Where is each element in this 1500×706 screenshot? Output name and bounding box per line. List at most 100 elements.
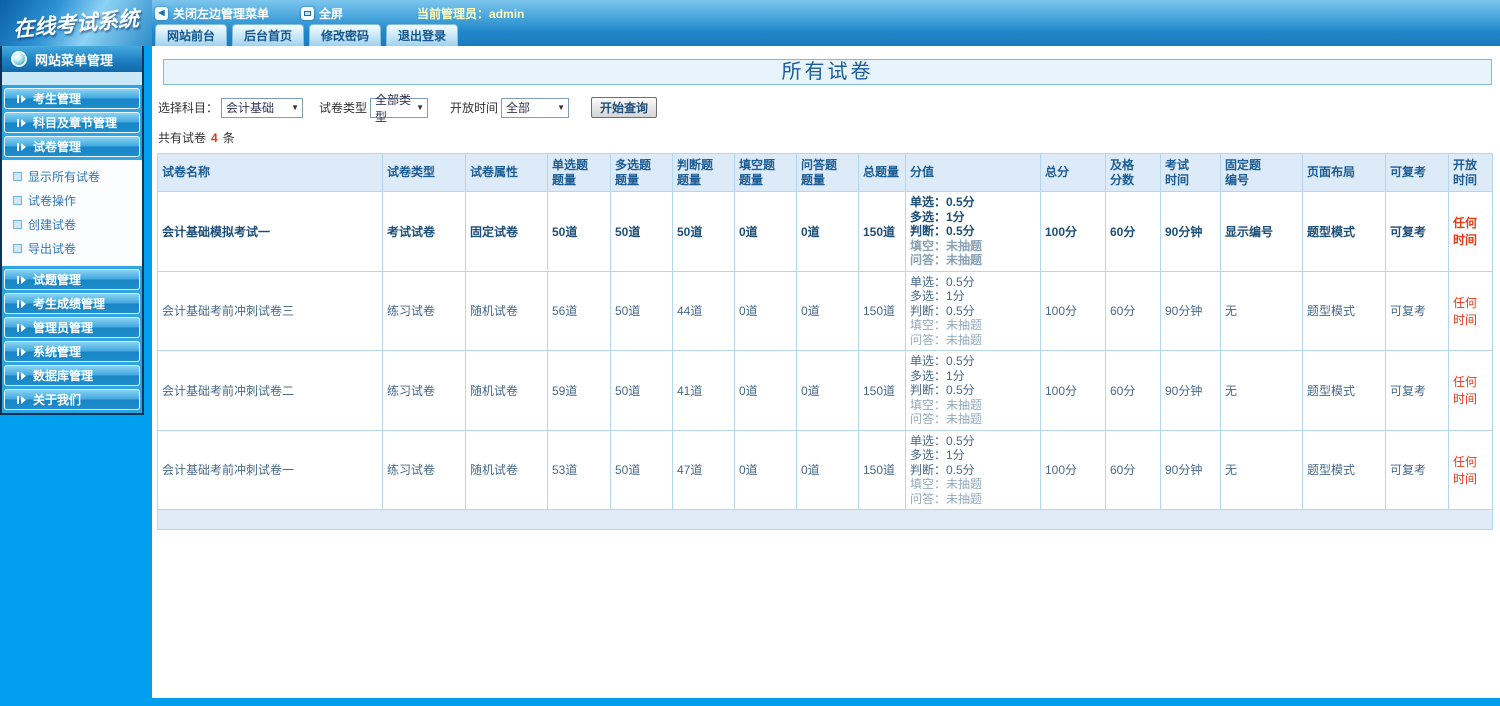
submenu-item-label: 导出试卷: [28, 242, 77, 256]
top-bar: 在线考试系统 ◀ 关闭左边管理菜单 全屏 当前管理员：admin 网站前台 后台…: [0, 0, 1500, 46]
fullscreen-link[interactable]: 全屏: [301, 5, 343, 22]
cell-exam-time: 90分钟: [1160, 270, 1221, 351]
paper-count-value: 4: [211, 131, 218, 145]
sidebar-group-question-mgmt[interactable]: 试题管理: [4, 269, 140, 290]
submenu-item-create-paper[interactable]: 创建试卷: [13, 216, 142, 233]
cell-pass-score: 60分: [1105, 429, 1161, 510]
cell-blank-count: 0道: [734, 270, 797, 351]
play-bar-icon: [17, 371, 26, 380]
score-line: 判断：0.5分: [910, 303, 975, 318]
paper-count-suffix: 条: [222, 131, 235, 145]
tab-admin-home[interactable]: 后台首页: [232, 24, 305, 46]
cell-exam-time: 90分钟: [1160, 350, 1221, 431]
close-left-menu-link[interactable]: ◀ 关闭左边管理菜单: [155, 5, 269, 22]
sidebar-group-label: 科目及章节管理: [33, 116, 118, 130]
paper-type-select[interactable]: 全部类型 ▼: [370, 93, 429, 124]
cell-qa-count: 0道: [796, 270, 859, 351]
col-retake: 可复考: [1385, 153, 1449, 192]
col-single-count: 单选题 题量: [547, 153, 611, 192]
cell-qa-count: 0道: [796, 429, 859, 510]
col-exam-time: 考试 时间: [1160, 153, 1221, 192]
cell-fixed-no: 无: [1220, 270, 1303, 351]
play-bar-icon: [17, 275, 26, 284]
cell-open-time: 任何时间: [1448, 350, 1493, 431]
col-blank-count: 填空题 题量: [734, 153, 797, 192]
cell-multi-count: 50道: [610, 350, 673, 431]
submenu-item-label: 显示所有试卷: [28, 170, 101, 184]
fullscreen-icon: [301, 6, 315, 20]
col-paper-name: 试卷名称: [157, 153, 383, 192]
sidebar-group-label: 数据库管理: [33, 369, 94, 383]
tab-logout[interactable]: 退出登录: [386, 24, 459, 46]
topbar-tabs: 网站前台 后台首页 修改密码 退出登录: [155, 24, 459, 46]
sidebar-group-score-mgmt[interactable]: 考生成绩管理: [4, 293, 140, 314]
table-row: 会计基础考前冲刺试卷一 练习试卷 随机试卷 53道 50道 47道 0道 0道 …: [157, 429, 1493, 510]
current-admin-label: 当前管理员：admin: [417, 6, 525, 21]
submenu-item-label: 创建试卷: [28, 218, 77, 232]
sidebar-group-paper-mgmt[interactable]: 试卷管理: [4, 136, 140, 157]
tab-site-front[interactable]: 网站前台: [155, 24, 228, 46]
cell-multi-count: 50道: [610, 270, 673, 351]
cell-fixed-no: 显示编号: [1220, 191, 1303, 272]
submenu-item-export-paper[interactable]: 导出试卷: [13, 240, 142, 257]
topbar-links: ◀ 关闭左边管理菜单 全屏 当前管理员：admin: [155, 4, 524, 22]
cell-single-count: 50道: [547, 191, 611, 272]
sidebar-group-about-us[interactable]: 关于我们: [4, 389, 140, 410]
score-line: 判断：0.5分: [910, 383, 975, 397]
sidebar-group-label: 系统管理: [33, 345, 82, 359]
cell-paper-attr: 随机试卷: [465, 350, 548, 431]
score-line: 多选：1分: [910, 368, 965, 383]
papers-table: 试卷名称 试卷类型 试卷属性 单选题 题量 多选题 题量 判断题 题量 填空题 …: [157, 153, 1493, 530]
score-line: 填空：未抽题: [910, 397, 983, 412]
cell-total-count: 150道: [858, 270, 906, 351]
main-panel: 所有试卷 选择科目： 会计基础 ▼ 试卷类型 全部类型 ▼ 开放时间 全部 ▼ …: [152, 46, 1500, 698]
col-qa-count: 问答题 题量: [796, 153, 859, 192]
score-line: 填空：未抽题: [910, 318, 983, 332]
cell-judge-count: 41道: [672, 350, 735, 431]
score-line: 单选：0.5分: [910, 354, 975, 368]
filter-bar: 选择科目： 会计基础 ▼ 试卷类型 全部类型 ▼ 开放时间 全部 ▼ 开始查询: [158, 93, 1500, 124]
col-judge-count: 判断题 题量: [672, 153, 735, 192]
sidebar-submenu-paper-mgmt: 显示所有试卷 试卷操作 创建试卷 导出试卷: [2, 160, 142, 266]
cell-open-time: 任何时间: [1448, 429, 1493, 510]
cell-open-time: 任何时间: [1448, 270, 1493, 351]
cell-retake: 可复考: [1385, 350, 1449, 431]
sidebar-group-system-mgmt[interactable]: 系统管理: [4, 341, 140, 362]
square-bullet-icon: [13, 244, 22, 253]
subject-select[interactable]: 会计基础 ▼: [221, 97, 304, 118]
open-time-select[interactable]: 全部 ▼: [501, 97, 570, 118]
tab-change-password[interactable]: 修改密码: [309, 24, 382, 46]
paper-count: 共有试卷 4 条: [158, 129, 1500, 146]
score-line: 单选：0.5分: [910, 195, 975, 209]
cell-paper-name: 会计基础考前冲刺试卷二: [157, 350, 383, 431]
col-fixed-no: 固定题 编号: [1220, 153, 1303, 192]
cell-page-layout: 题型模式: [1302, 191, 1386, 272]
cell-qa-count: 0道: [796, 191, 859, 272]
score-line: 多选：1分: [910, 289, 965, 303]
sidebar-group-subject-chapter-mgmt[interactable]: 科目及章节管理: [4, 112, 140, 133]
cell-total-count: 150道: [858, 191, 906, 272]
close-left-menu-label: 关闭左边管理菜单: [173, 6, 270, 21]
cell-blank-count: 0道: [734, 429, 797, 510]
app-logo-text: 在线考试系统: [12, 5, 140, 42]
sidebar-group-candidate-mgmt[interactable]: 考生管理: [4, 88, 140, 109]
cell-score-breakdown: 单选：0.5分 多选：1分 判断：0.5分 填空：未抽题 问答：未抽题: [905, 429, 1041, 510]
submenu-item-show-all-papers[interactable]: 显示所有试卷: [13, 168, 142, 185]
sidebar-group-admin-mgmt[interactable]: 管理员管理: [4, 317, 140, 338]
cell-retake: 可复考: [1385, 270, 1449, 351]
cell-judge-count: 44道: [672, 270, 735, 351]
table-footer-cell: [157, 509, 1493, 530]
play-bar-icon: [17, 395, 26, 404]
start-query-button[interactable]: 开始查询: [591, 97, 658, 118]
score-line: 多选：1分: [910, 209, 965, 224]
cell-paper-type: 练习试卷: [382, 270, 466, 351]
chevron-down-icon: ▼: [416, 103, 425, 112]
sidebar-group-database-mgmt[interactable]: 数据库管理: [4, 365, 140, 386]
table-row: 会计基础考前冲刺试卷二 练习试卷 随机试卷 59道 50道 41道 0道 0道 …: [157, 350, 1493, 431]
square-bullet-icon: [13, 220, 22, 229]
play-bar-icon: [17, 94, 26, 103]
cell-score-breakdown: 单选：0.5分 多选：1分 判断：0.5分 填空：未抽题 问答：未抽题: [905, 350, 1041, 431]
submenu-item-paper-operations[interactable]: 试卷操作: [13, 192, 142, 209]
cell-paper-attr: 固定试卷: [465, 191, 548, 272]
chevron-down-icon: ▼: [291, 103, 300, 112]
